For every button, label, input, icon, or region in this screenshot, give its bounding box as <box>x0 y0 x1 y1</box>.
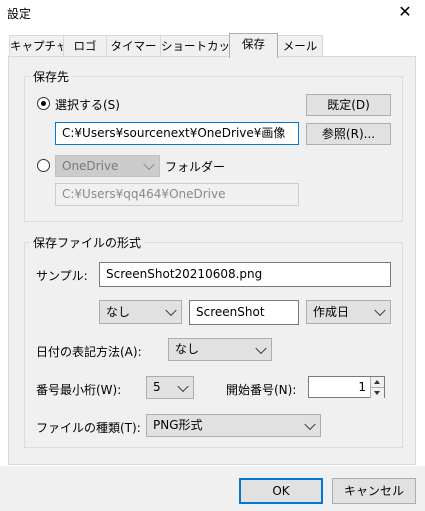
cancel-button[interactable]: キャンセル <box>332 478 416 504</box>
spin-down-button[interactable] <box>370 387 384 398</box>
save-destination-legend: 保存先 <box>30 68 73 85</box>
folder-label: フォルダー <box>165 160 226 174</box>
chevron-down-icon <box>143 158 155 171</box>
onedrive-select-value: OneDrive <box>62 159 119 173</box>
min-digits-select-value: 5 <box>153 380 161 394</box>
tab-mail[interactable]: メール <box>277 35 323 57</box>
tab-logo[interactable]: ロゴ <box>63 35 107 57</box>
date-format-label: 日付の表記方法(A): <box>36 345 142 359</box>
name-input[interactable]: ScreenShot <box>189 300 299 325</box>
file-type-select-value: PNG形式 <box>153 418 203 432</box>
tab-save[interactable]: 保存 <box>229 33 278 58</box>
start-number-spinner[interactable]: 1 <box>308 376 385 398</box>
onedrive-radio[interactable] <box>37 159 50 172</box>
min-digits-label: 番号最小桁(W): <box>36 383 122 397</box>
ok-button[interactable]: OK <box>239 478 323 504</box>
title-bar <box>0 0 425 26</box>
sample-input: ScreenShot20210608.png <box>99 262 391 287</box>
window-title: 設定 <box>7 7 32 21</box>
date-format-select-value: なし <box>175 342 200 356</box>
caret-up-icon <box>374 380 380 384</box>
caret-down-icon <box>374 391 380 395</box>
file-type-label: ファイルの種類(T): <box>36 421 141 435</box>
date-select[interactable]: 作成日 <box>306 300 391 324</box>
select-folder-label: 選択する(S) <box>55 98 120 112</box>
prefix-select-value: なし <box>106 305 131 319</box>
chevron-down-icon <box>374 304 386 317</box>
spin-up-button[interactable] <box>370 377 384 387</box>
file-format-legend: 保存ファイルの形式 <box>30 234 145 251</box>
date-select-value: 作成日 <box>313 305 350 319</box>
select-folder-radio[interactable] <box>37 97 50 110</box>
radio-dot <box>41 101 46 106</box>
sample-label: サンプル: <box>36 269 88 283</box>
onedrive-path-input: C:¥Users¥qq464¥OneDrive <box>55 183 299 206</box>
browse-button[interactable]: 参照(R)... <box>306 123 391 145</box>
start-number-value: 1 <box>358 380 366 394</box>
date-format-select[interactable]: なし <box>168 338 272 361</box>
onedrive-select: OneDrive <box>55 155 160 177</box>
save-path-input[interactable]: C:¥Users¥sourcenext¥OneDrive¥画像 <box>55 122 299 145</box>
close-icon[interactable]: ✕ <box>395 2 415 22</box>
file-type-select[interactable]: PNG形式 <box>146 414 321 437</box>
chevron-down-icon <box>177 380 189 392</box>
chevron-down-icon <box>304 418 316 430</box>
tab-timer[interactable]: タイマー <box>106 35 161 57</box>
default-button[interactable]: 既定(D) <box>306 94 391 116</box>
chevron-down-icon <box>255 342 267 354</box>
tab-capture[interactable]: キャプチャ <box>9 35 67 57</box>
start-number-label: 開始番号(N): <box>226 383 297 397</box>
tab-shortcut[interactable]: ショートカット <box>160 35 242 57</box>
min-digits-select[interactable]: 5 <box>146 376 194 399</box>
chevron-down-icon <box>165 304 177 317</box>
prefix-select[interactable]: なし <box>99 300 182 324</box>
